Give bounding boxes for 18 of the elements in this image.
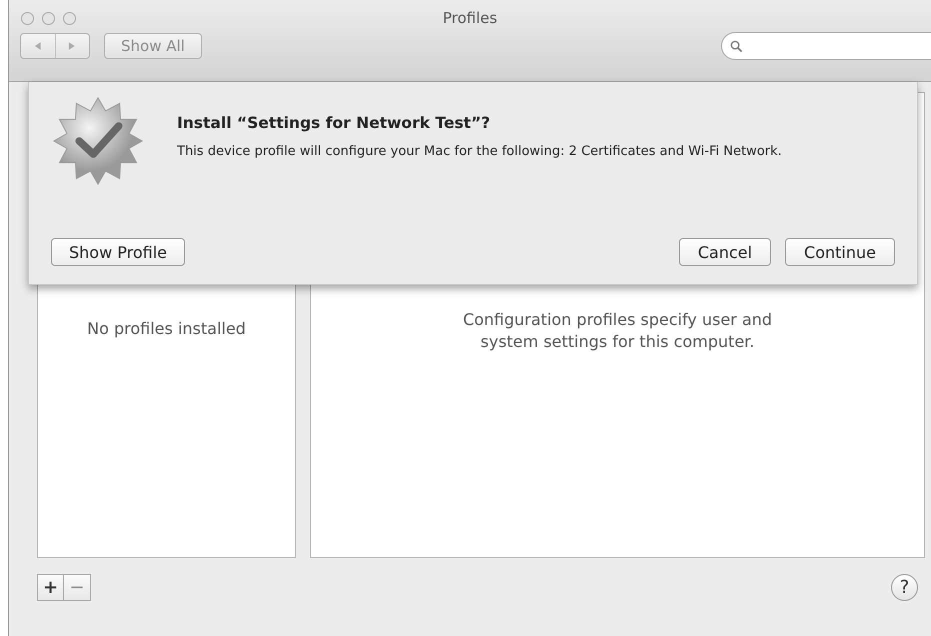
window-title: Profiles	[442, 9, 498, 27]
minimize-button[interactable]	[42, 12, 55, 24]
help-button[interactable]: ?	[891, 574, 918, 601]
back-forward-control[interactable]	[20, 33, 90, 59]
empty-list-text: No profiles installed	[87, 319, 246, 339]
continue-button[interactable]: Continue	[785, 238, 895, 266]
description-text: Configuration profiles specify user and system settings for this computer.	[462, 309, 774, 353]
show-profile-button[interactable]: Show Profile	[51, 238, 186, 266]
add-button[interactable]: +	[37, 574, 64, 601]
sheet-message: This device profile will configure your Mac for the following: 2 Certificates and Wi-Fi Network.	[177, 144, 782, 159]
search-icon	[730, 40, 743, 52]
close-button[interactable]	[21, 12, 34, 24]
search-field[interactable]	[721, 32, 931, 60]
back-icon[interactable]	[33, 41, 43, 51]
forward-icon[interactable]	[67, 41, 78, 51]
zoom-button[interactable]	[63, 12, 76, 24]
cancel-button[interactable]: Cancel	[678, 238, 772, 266]
sheet-title: Install “Settings for Network Test”?	[177, 114, 492, 132]
